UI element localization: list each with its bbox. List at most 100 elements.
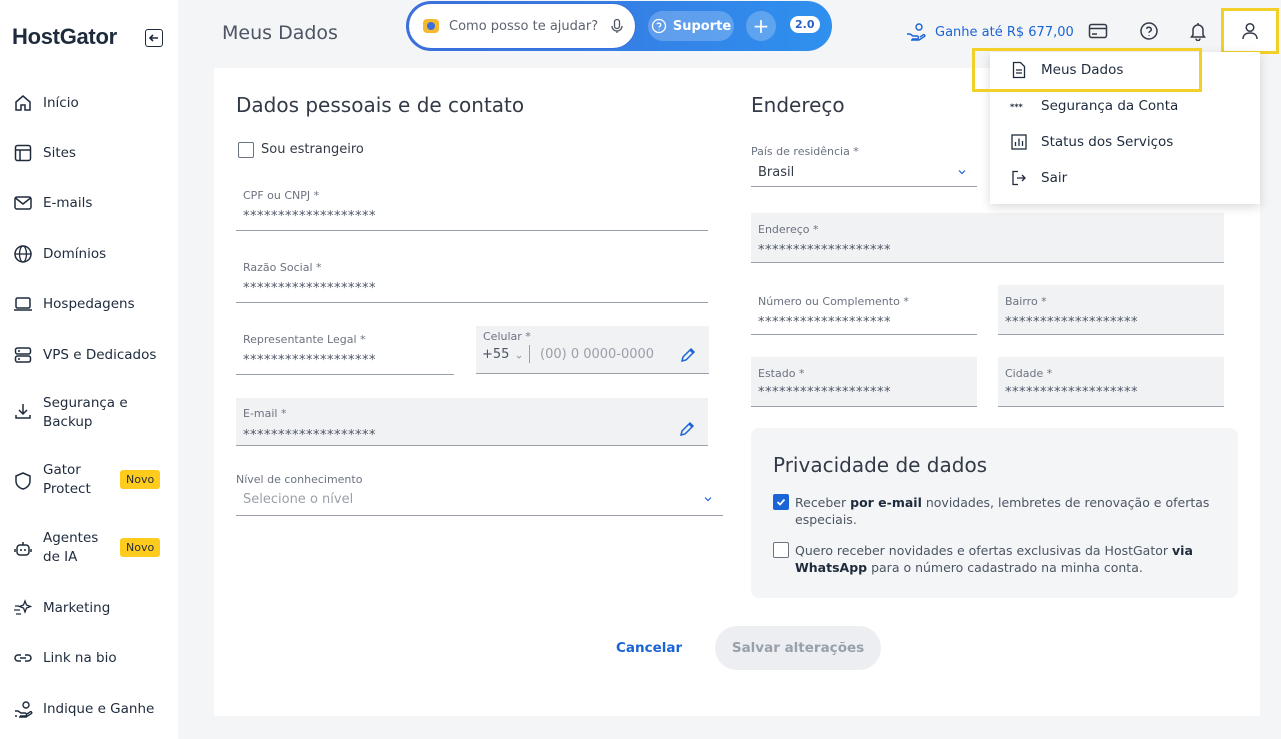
- support-button[interactable]: Suporte: [648, 11, 734, 41]
- page-title: Meus Dados: [222, 22, 338, 44]
- sidebar-item-dominios[interactable]: Domínios: [12, 243, 172, 265]
- sidebar-item-vps[interactable]: VPS e Dedicados: [12, 344, 172, 366]
- foreigner-label: Sou estrangeiro: [261, 142, 364, 157]
- optin-suffix: para o número cadastrado na minha conta.: [867, 560, 1143, 575]
- nivel-conhecimento-select[interactable]: Nível de conhecimento Selecione o nível: [236, 472, 723, 516]
- billing-card-icon[interactable]: [1087, 20, 1109, 42]
- estado-field[interactable]: Estado * *******************: [751, 357, 977, 407]
- email-field[interactable]: E-mail * *******************: [236, 398, 708, 446]
- pais-select[interactable]: País de residência * Brasil: [751, 140, 977, 187]
- menu-item-seguranca-conta[interactable]: *** Segurança da Conta: [990, 88, 1260, 124]
- cpf-value: *******************: [243, 209, 376, 224]
- razao-social-field[interactable]: Razão Social * *******************: [236, 257, 708, 303]
- representante-label: Representante Legal *: [243, 333, 366, 346]
- cidade-field[interactable]: Cidade * *******************: [998, 357, 1224, 407]
- assistant-input[interactable]: Como posso te ajudar?: [408, 3, 636, 49]
- version-badge: 2.0: [790, 16, 820, 33]
- email-optin-checkbox[interactable]: [773, 494, 789, 510]
- sidebar-item-label: Agentes de IA: [43, 530, 99, 565]
- celular-placeholder: (00) 0 0000-0000: [540, 347, 655, 362]
- endereco-field[interactable]: Endereço * *******************: [751, 213, 1224, 263]
- ddi-select[interactable]: +55: [482, 347, 509, 362]
- sidebar-item-link-na-bio[interactable]: Link na bio: [12, 647, 172, 669]
- user-menu-button[interactable]: [1221, 8, 1279, 54]
- estado-label: Estado *: [758, 367, 805, 380]
- representante-value: *******************: [243, 353, 376, 368]
- email-value: *******************: [243, 428, 376, 443]
- sidebar-item-seguranca-backup[interactable]: Segurança e Backup: [12, 394, 172, 432]
- hostgator-logo[interactable]: HostGator: [12, 24, 117, 50]
- microphone-icon[interactable]: [609, 18, 625, 34]
- save-button[interactable]: Salvar alterações: [715, 626, 881, 670]
- hand-coin-icon: [12, 698, 34, 720]
- chevron-down-icon: [704, 497, 712, 502]
- download-icon: [12, 400, 34, 422]
- nivel-label: Nível de conhecimento: [236, 473, 363, 486]
- cpf-field[interactable]: CPF ou CNPJ * *******************: [236, 185, 708, 231]
- sidebar-item-agentes-ia[interactable]: Agentes de IA Novo: [12, 529, 172, 567]
- menu-item-label: Segurança da Conta: [1041, 98, 1179, 114]
- sidebar-item-emails[interactable]: E-mails: [12, 192, 172, 214]
- sidebar-item-label: VPS e Dedicados: [43, 346, 157, 363]
- bell-icon[interactable]: [1187, 20, 1209, 42]
- sidebar-item-gator-protect[interactable]: Gator Protect Novo: [12, 461, 172, 499]
- menu-item-status-servicos[interactable]: Status dos Serviços: [990, 124, 1260, 160]
- new-chat-button[interactable]: +: [746, 11, 776, 41]
- menu-item-meus-dados[interactable]: Meus Dados: [990, 52, 1260, 88]
- help-icon[interactable]: [1138, 20, 1160, 42]
- new-badge: Novo: [120, 538, 161, 557]
- celular-field[interactable]: Celular * +55 (00) 0 0000-0000: [476, 326, 709, 374]
- bairro-field[interactable]: Bairro * *******************: [998, 285, 1224, 335]
- numero-label: Número ou Complemento *: [758, 295, 909, 308]
- sparkle-icon: [12, 597, 34, 619]
- bairro-label: Bairro *: [1005, 295, 1047, 308]
- collapse-sidebar-button[interactable]: [145, 29, 163, 47]
- sidebar-item-inicio[interactable]: Início: [12, 92, 172, 114]
- robot-icon: [12, 538, 34, 560]
- representante-field[interactable]: Representante Legal * ******************…: [236, 329, 454, 375]
- sidebar-item-marketing[interactable]: Marketing: [12, 597, 172, 619]
- sidebar: HostGator Início Sites E-mails Domínios …: [0, 0, 178, 739]
- assistant-placeholder: Como posso te ajudar?: [449, 18, 599, 34]
- whatsapp-optin-checkbox[interactable]: [773, 542, 789, 558]
- bar-chart-icon: [1010, 133, 1028, 151]
- pencil-icon[interactable]: [679, 421, 695, 437]
- logout-icon: [1010, 169, 1028, 187]
- optin-prefix: Receber: [795, 495, 851, 510]
- razao-social-value: *******************: [243, 281, 376, 296]
- numero-field[interactable]: Número ou Complemento * ****************…: [751, 285, 977, 335]
- assistant-bar: Como posso te ajudar? Suporte + 2.0: [406, 1, 832, 51]
- support-label: Suporte: [672, 18, 732, 34]
- sidebar-item-indique-ganhe[interactable]: Indique e Ganhe: [12, 698, 172, 720]
- server-icon: [12, 344, 34, 366]
- cidade-label: Cidade *: [1005, 367, 1053, 380]
- sidebar-item-label: Marketing: [43, 599, 111, 616]
- chevron-down-icon: [958, 170, 966, 175]
- menu-item-label: Sair: [1041, 170, 1068, 186]
- cancel-button[interactable]: Cancelar: [616, 640, 682, 656]
- home-icon: [12, 92, 34, 114]
- plus-icon: +: [752, 14, 770, 38]
- menu-item-sair[interactable]: Sair: [990, 160, 1260, 196]
- cidade-value: *******************: [1005, 385, 1138, 400]
- address-section-title: Endereço: [751, 93, 845, 117]
- bairro-value: *******************: [1005, 315, 1138, 330]
- nivel-placeholder: Selecione o nível: [243, 492, 354, 507]
- link-icon: [12, 647, 34, 669]
- pais-label: País de residência *: [751, 145, 859, 158]
- sidebar-item-hospedagens[interactable]: Hospedagens: [12, 293, 172, 315]
- earn-link[interactable]: Ganhe até R$ 677,00: [905, 22, 1074, 42]
- chevron-down-icon: [516, 355, 522, 359]
- user-icon: [1242, 22, 1258, 40]
- sidebar-item-sites[interactable]: Sites: [12, 142, 172, 164]
- sidebar-item-label: Domínios: [43, 245, 107, 262]
- pencil-icon[interactable]: [680, 347, 696, 363]
- svg-text:***: ***: [1010, 102, 1023, 111]
- sidebar-item-label: Link na bio: [43, 649, 117, 666]
- email-optin-text: Receber por e-mail novidades, lembretes …: [795, 494, 1215, 528]
- hand-coin-icon: [907, 23, 926, 41]
- pais-value: Brasil: [758, 165, 795, 180]
- divider: [529, 345, 530, 363]
- cpf-label: CPF ou CNPJ *: [243, 189, 320, 202]
- foreigner-checkbox[interactable]: [238, 142, 254, 158]
